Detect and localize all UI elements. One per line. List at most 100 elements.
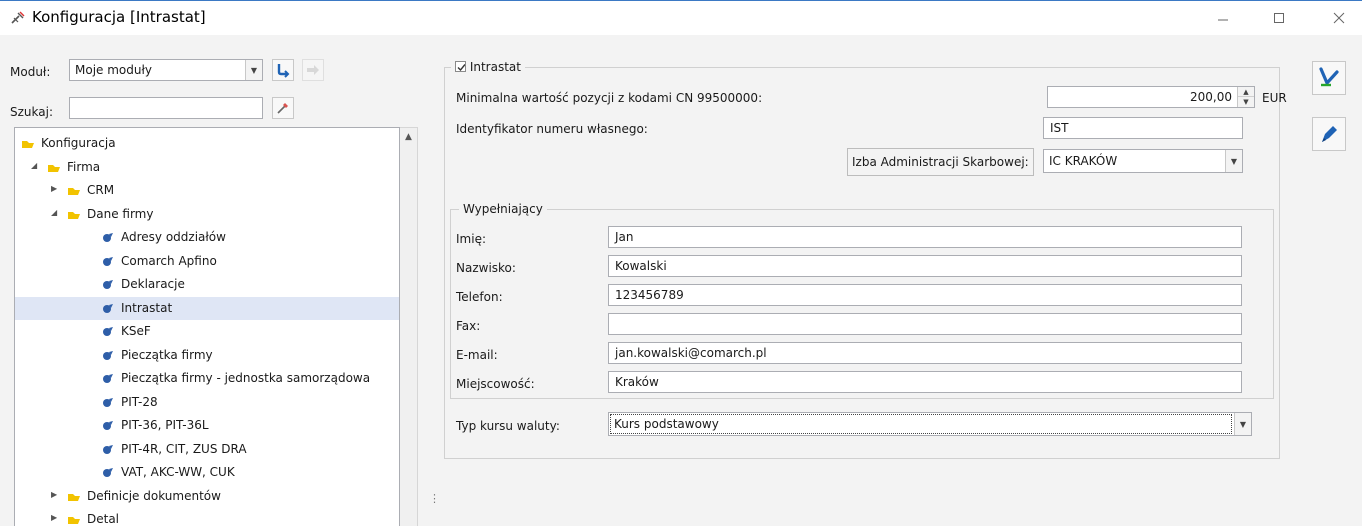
leaf-icon	[103, 327, 113, 336]
tree-item-label: Konfiguracja	[41, 136, 116, 150]
tree-item-label: CRM	[87, 183, 115, 197]
tree-item[interactable]: ◢ Firma	[15, 156, 399, 179]
spin-down-icon[interactable]: ▼	[1238, 97, 1254, 107]
refresh-button[interactable]	[272, 59, 294, 81]
izba-select-value: IC KRAKÓW	[1049, 154, 1118, 168]
tree-item[interactable]: Konfiguracja	[15, 132, 399, 155]
last-name-field[interactable]: Kowalski	[608, 255, 1242, 277]
pen-icon	[1322, 126, 1337, 142]
module-label: Moduł:	[10, 65, 51, 79]
goto-arrow-icon	[307, 65, 319, 75]
folder-icon	[48, 164, 60, 172]
city-label: Miejscowość:	[456, 377, 535, 391]
chevron-down-icon[interactable]: ▼	[1225, 150, 1242, 172]
scroll-up-icon[interactable]: ▲	[400, 128, 417, 146]
tree-item[interactable]: PIT-28	[15, 391, 399, 414]
leaf-icon	[103, 280, 113, 289]
tree-item[interactable]: PIT-36, PIT-36L	[15, 414, 399, 437]
currency-label: EUR	[1262, 91, 1287, 105]
panel-splitter[interactable]: ⋮	[429, 492, 440, 512]
search-input[interactable]	[69, 97, 263, 119]
tree-item[interactable]: Pieczątka firmy - jednostka samorządowa	[15, 367, 399, 390]
maximize-button[interactable]	[1256, 1, 1302, 35]
fax-field[interactable]	[608, 313, 1242, 335]
config-window: Konfiguracja [Intrastat] Moduł: Moje mod…	[0, 0, 1362, 526]
leaf-icon	[103, 256, 113, 266]
id-field[interactable]: IST	[1043, 117, 1243, 139]
tree-item[interactable]: Comarch Apfino	[15, 250, 399, 273]
minimize-button[interactable]	[1200, 1, 1246, 35]
tree-item-label: PIT-36, PIT-36L	[121, 418, 209, 432]
tree-item[interactable]: Pieczątka firmy	[15, 344, 399, 367]
window-title: Konfiguracja [Intrastat]	[32, 8, 206, 26]
tree-item-label: Deklaracje	[121, 277, 185, 291]
phone-label: Telefon:	[456, 290, 503, 304]
folder-icon	[68, 517, 80, 524]
leaf-icon	[103, 444, 113, 454]
expand-arrow-icon[interactable]: ▶	[51, 184, 57, 193]
title-bar: Konfiguracja [Intrastat]	[0, 1, 1362, 35]
phone-field[interactable]: 123456789	[608, 284, 1242, 306]
search-label: Szukaj:	[10, 105, 53, 119]
tree-item[interactable]: VAT, AKC-WW, CUK	[15, 461, 399, 484]
rate-type-select[interactable]: Kurs podstawowy ▼	[608, 412, 1252, 436]
izba-select[interactable]: IC KRAKÓW ▼	[1043, 149, 1243, 173]
close-icon	[1333, 12, 1345, 24]
city-field[interactable]: Kraków	[608, 371, 1242, 393]
first-name-field[interactable]: Jan	[608, 226, 1242, 248]
minimize-icon	[1218, 19, 1228, 21]
tree-item[interactable]: ▶ CRM	[15, 179, 399, 202]
collapse-arrow-icon[interactable]: ◢	[51, 208, 57, 217]
intrastat-group-header[interactable]: Intrastat	[451, 60, 525, 74]
tree-item-label: PIT-28	[121, 394, 158, 409]
tree-item-label: Dane firmy	[87, 206, 154, 221]
leaf-icon	[103, 421, 113, 430]
tree-item[interactable]: ▶ Detal	[15, 508, 399, 526]
tools-icon	[11, 11, 25, 24]
first-name-label: Imię:	[456, 232, 486, 246]
tree-item[interactable]: Deklaracje	[15, 273, 399, 296]
izba-button[interactable]: Izba Administracji Skarbowej:	[847, 148, 1034, 176]
pipette-icon	[277, 103, 288, 114]
spin-up-icon[interactable]: ▲	[1238, 87, 1254, 97]
tree-item[interactable]: PIT-4R, CIT, ZUS DRA	[15, 438, 399, 461]
tree-item-label: VAT, AKC-WW, CUK	[121, 465, 235, 479]
search-button[interactable]	[272, 97, 294, 119]
email-field[interactable]: jan.kowalski@comarch.pl	[608, 342, 1242, 364]
save-button[interactable]	[1312, 61, 1346, 95]
tree-item[interactable]: ◢ Dane firmy	[15, 203, 399, 226]
tree-item-label: Detal	[87, 512, 120, 526]
checkbox-icon[interactable]	[455, 61, 466, 72]
min-value-field[interactable]: 200,00 ▲ ▼	[1047, 86, 1255, 108]
tree-item-label: Definicje dokumentów	[87, 488, 221, 503]
leaf-icon	[103, 233, 113, 242]
tree-item[interactable]: ▶ Definicje dokumentów	[15, 485, 399, 508]
tree-item-label: Adresy oddziałów	[121, 230, 226, 244]
tree-item[interactable]: KSeF	[15, 320, 399, 343]
tree-item-label: PIT-4R, CIT, ZUS DRA	[121, 441, 247, 456]
right-panel: Intrastat Minimalna wartość pozycji z ko…	[436, 35, 1362, 526]
expand-arrow-icon[interactable]: ▶	[51, 513, 57, 522]
close-button[interactable]	[1316, 1, 1362, 35]
goto-button[interactable]	[302, 59, 324, 81]
tree-item[interactable]: Intrastat	[15, 296, 399, 320]
expand-arrow-icon[interactable]: ▶	[51, 490, 57, 499]
tree-item-label: Firma	[67, 159, 101, 174]
chevron-down-icon[interactable]: ▼	[1234, 413, 1251, 435]
leaf-icon	[103, 303, 113, 313]
tree-item[interactable]: Adresy oddziałów	[15, 226, 399, 249]
tree-item-label: Pieczątka firmy	[121, 347, 213, 362]
tree-item-label: Pieczątka firmy - jednostka samorządowa	[121, 371, 371, 385]
module-select[interactable]: Moje moduły ▼	[69, 59, 263, 81]
folder-icon	[68, 493, 80, 501]
min-value-text: 200,00	[1190, 90, 1232, 104]
chevron-down-icon[interactable]: ▼	[245, 60, 262, 80]
config-tree[interactable]: Konfiguracja ◢ Firma ▶ CRM ◢ Dane firmy Adresy …	[14, 127, 400, 526]
collapse-arrow-icon[interactable]: ◢	[31, 161, 37, 170]
edit-button[interactable]	[1312, 117, 1346, 151]
min-value-label: Minimalna wartość pozycji z kodami CN 99…	[456, 91, 763, 105]
min-value-spinner[interactable]: ▲ ▼	[1237, 87, 1254, 107]
id-label: Identyfikator numeru własnego:	[456, 122, 648, 136]
tree-scrollbar[interactable]: ▲	[400, 127, 418, 526]
email-label: E-mail:	[456, 348, 498, 362]
